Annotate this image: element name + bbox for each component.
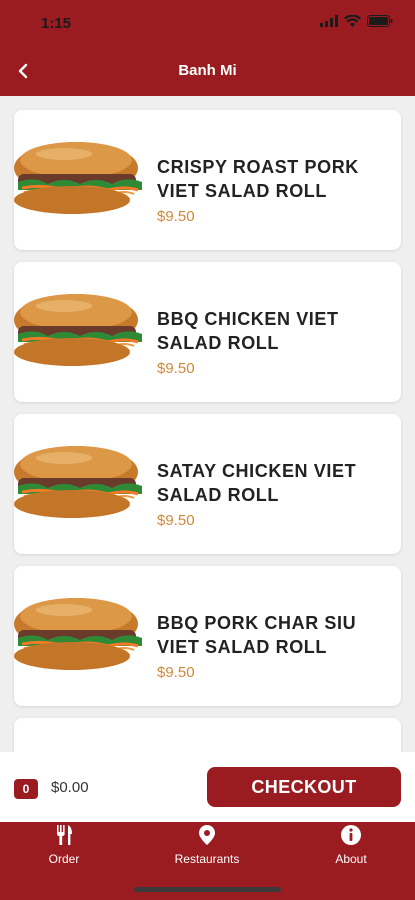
product-image (14, 140, 144, 216)
tab-restaurants[interactable]: Restaurants (147, 824, 267, 874)
tab-order[interactable]: Order (4, 824, 124, 874)
tab-about[interactable]: About (291, 824, 411, 874)
cart-total: $0.00 (51, 779, 89, 796)
product-name: BBQ PORK CHAR SIU VIET SALAD ROLL (157, 613, 357, 657)
product-card-partial[interactable] (14, 718, 401, 752)
nav-bar: Banh Mi (0, 52, 415, 90)
status-time: 1:15 (41, 15, 72, 32)
product-card[interactable]: BBQ CHICKEN VIET SALAD ROLL $9.50 (14, 262, 401, 402)
product-price: $9.50 (157, 512, 195, 529)
cart-count-badge: 0 (14, 779, 38, 799)
app-header: 1:15 Banh Mi (0, 0, 415, 96)
fork-knife-icon (57, 825, 72, 845)
battery-icon (367, 15, 393, 27)
product-image (14, 596, 144, 672)
product-card[interactable]: SATAY CHICKEN VIET SALAD ROLL $9.50 (14, 414, 401, 554)
product-name: BBQ CHICKEN VIET SALAD ROLL (157, 309, 339, 353)
product-image (14, 444, 144, 520)
signal-icon (320, 15, 338, 27)
product-name: SATAY CHICKEN VIET SALAD ROLL (157, 461, 357, 505)
location-pin-icon (199, 825, 215, 845)
tab-about-label: About (335, 852, 367, 866)
product-price: $9.50 (157, 664, 195, 681)
product-price: $9.50 (157, 360, 195, 377)
product-card[interactable]: CRISPY ROAST PORK VIET SALAD ROLL $9.50 (14, 110, 401, 250)
product-card[interactable]: BBQ PORK CHAR SIU VIET SALAD ROLL $9.50 (14, 566, 401, 706)
page-title: Banh Mi (178, 62, 237, 79)
product-image (14, 292, 144, 368)
checkout-bar: 0 $0.00 CHECKOUT (0, 752, 415, 822)
tab-restaurants-label: Restaurants (174, 852, 240, 866)
home-indicator (134, 887, 281, 892)
tab-bar: Order Restaurants About (0, 822, 415, 900)
status-bar: 1:15 (0, 0, 415, 44)
wifi-icon (344, 15, 361, 27)
status-icons (320, 15, 393, 27)
tab-order-label: Order (48, 852, 80, 866)
product-name: CRISPY ROAST PORK VIET SALAD ROLL (157, 157, 359, 201)
product-list: CRISPY ROAST PORK VIET SALAD ROLL $9.50 … (0, 96, 415, 752)
checkout-button[interactable]: CHECKOUT (207, 767, 401, 807)
product-price: $9.50 (157, 208, 195, 225)
info-icon (341, 825, 361, 845)
